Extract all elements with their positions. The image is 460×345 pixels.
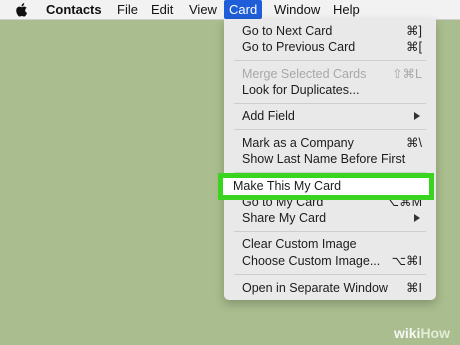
menu-item-label: Go to Next Card (242, 24, 333, 38)
menu-item-mark-as-company[interactable]: Mark as a Company ⌘\ (242, 135, 422, 151)
menu-item-share-my-card[interactable]: Share My Card (242, 210, 422, 226)
menu-item-choose-custom-image[interactable]: Choose Custom Image... ⌥⌘I (242, 253, 422, 269)
menu-item-label: Open in Separate Window (242, 281, 388, 295)
menu-bar: Contacts File Edit View Card Window Help (0, 0, 460, 20)
menu-item-shortcut: ⌘] (406, 24, 422, 38)
apple-icon[interactable] (15, 3, 28, 17)
menu-item-label: Merge Selected Cards (242, 67, 367, 81)
menu-item-label: Add Field (242, 109, 295, 123)
menu-item-label: Look for Duplicates... (242, 83, 360, 97)
menu-edit[interactable]: Edit (151, 0, 173, 19)
menu-item-label: Clear Custom Image (242, 237, 357, 251)
menu-separator (234, 103, 426, 104)
menu-item-show-last-name-before-first[interactable]: Show Last Name Before First (242, 151, 422, 167)
menu-window[interactable]: Window (274, 0, 320, 19)
menu-contacts[interactable]: Contacts (46, 0, 102, 19)
menu-item-add-field[interactable]: Add Field (242, 108, 422, 124)
menu-item-label: Mark as a Company (242, 136, 354, 150)
menu-item-look-for-duplicates[interactable]: Look for Duplicates... (242, 82, 422, 98)
menu-separator (234, 129, 426, 130)
watermark-text-wiki: wiki (393, 325, 421, 341)
menu-file[interactable]: File (117, 0, 138, 19)
menu-separator (234, 60, 426, 61)
menu-separator (234, 274, 426, 275)
menu-item-shortcut: ⌥⌘I (391, 254, 422, 268)
menu-item-shortcut: ⇧⌘L (392, 67, 422, 81)
menu-item-shortcut: ⌘I (406, 281, 422, 295)
watermark-text-how: How (420, 325, 450, 341)
menu-card[interactable]: Card (224, 0, 263, 19)
menu-item-label: Go to Previous Card (242, 40, 356, 54)
menu-view[interactable]: View (189, 0, 217, 19)
menu-item-label: Show Last Name Before First (242, 152, 406, 166)
menu-help[interactable]: Help (333, 0, 360, 19)
menu-item-merge-selected-cards: Merge Selected Cards ⇧⌘L (242, 66, 422, 82)
wikihow-watermark: wikiHow (394, 325, 450, 341)
menu-item-make-this-my-card[interactable]: Make This My Card (218, 173, 434, 200)
menu-item-go-to-previous-card[interactable]: Go to Previous Card ⌘[ (242, 39, 422, 55)
menu-item-clear-custom-image[interactable]: Clear Custom Image (242, 236, 422, 252)
menu-item-shortcut: ⌘\ (406, 136, 422, 150)
submenu-arrow-icon (414, 214, 420, 222)
submenu-arrow-icon (414, 112, 420, 120)
menu-item-label: Choose Custom Image... (242, 254, 381, 268)
menu-item-shortcut: ⌘[ (406, 40, 422, 54)
menu-item-label: Share My Card (242, 211, 327, 225)
menu-separator (234, 231, 426, 232)
menu-item-go-to-next-card[interactable]: Go to Next Card ⌘] (242, 23, 422, 39)
card-menu-dropdown: Go to Next Card ⌘] Go to Previous Card ⌘… (224, 19, 436, 300)
menu-item-open-in-separate-window[interactable]: Open in Separate Window ⌘I (242, 280, 422, 296)
menu-item-label: Make This My Card (233, 179, 342, 193)
